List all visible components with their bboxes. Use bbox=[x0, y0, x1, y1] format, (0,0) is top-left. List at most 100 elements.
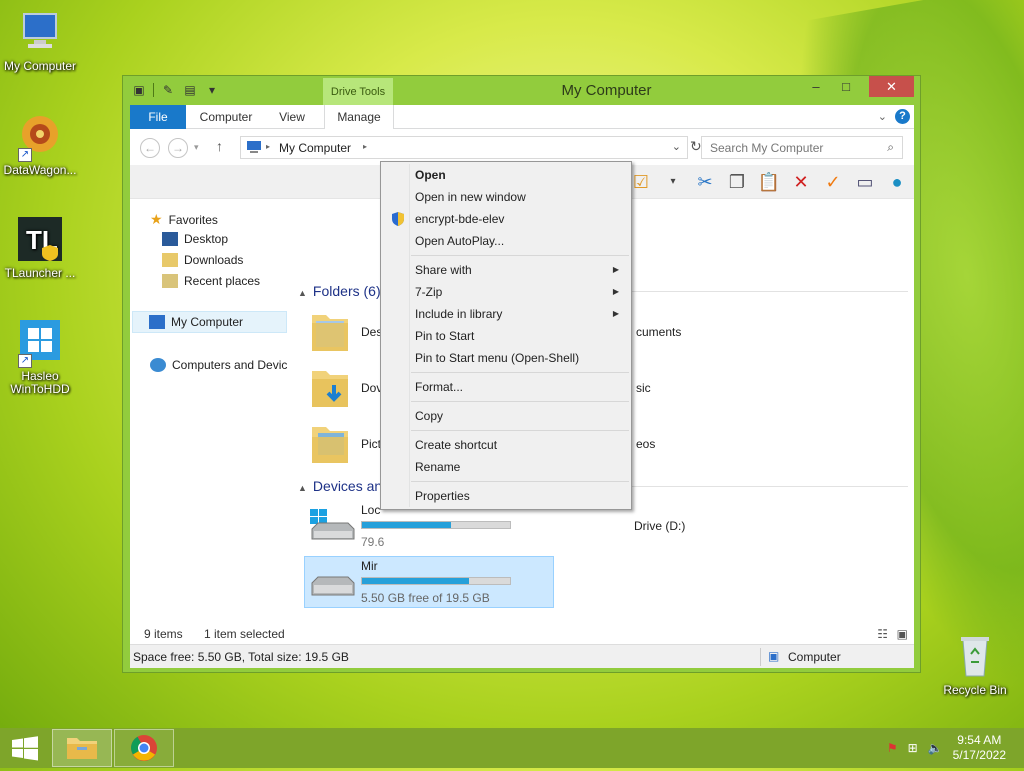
folder-label[interactable]: cuments bbox=[636, 325, 681, 339]
desktop-icon-recycle-bin[interactable]: Recycle Bin bbox=[935, 632, 1015, 697]
desktop-icon-my-computer[interactable]: My Computer bbox=[0, 8, 80, 73]
navigation-pane: ★ Favorites Desktop Downloads Recent pla… bbox=[130, 199, 290, 624]
close-button[interactable]: ✕ bbox=[869, 76, 914, 97]
tab-manage[interactable]: Manage bbox=[324, 105, 394, 129]
folder-label[interactable]: Pict bbox=[361, 437, 381, 451]
paste-icon[interactable]: 📋 bbox=[756, 169, 782, 195]
nav-item-network[interactable]: Computers and Devic bbox=[150, 358, 287, 372]
tab-view[interactable]: View bbox=[266, 105, 318, 129]
nav-item-recent-places[interactable]: Recent places bbox=[162, 274, 260, 288]
network-icon[interactable]: ⊞ bbox=[908, 741, 918, 755]
menu-item-pin-to-start-menu[interactable]: Pin to Start menu (Open-Shell) bbox=[383, 347, 629, 369]
drive-usage-fill bbox=[362, 578, 469, 584]
location-label: Computer bbox=[788, 650, 841, 664]
desktop-icon-wintohdd[interactable]: ↗ Hasleo WinToHDD bbox=[0, 318, 80, 396]
menu-item-rename[interactable]: Rename bbox=[383, 456, 629, 478]
recent-locations-icon[interactable]: ▾ bbox=[194, 142, 199, 153]
devices-group-header[interactable]: ▲ Devices an bbox=[298, 478, 382, 494]
folder-icon[interactable] bbox=[308, 307, 352, 355]
action-center-flag-icon[interactable]: ⚑ bbox=[887, 741, 898, 755]
group-title: Devices an bbox=[312, 478, 383, 494]
rename-icon[interactable]: ✓ bbox=[820, 169, 846, 195]
system-tray: ⚑ ⊞ 🔈 9:54 AM 5/17/2022 bbox=[887, 728, 1024, 768]
menu-item-create-shortcut[interactable]: Create shortcut bbox=[383, 434, 629, 456]
breadcrumb-chevron-icon[interactable]: ▸ bbox=[363, 142, 367, 151]
taskbar-chrome[interactable] bbox=[114, 729, 174, 767]
nav-item-desktop[interactable]: Desktop bbox=[162, 232, 228, 246]
uac-shield-icon bbox=[392, 212, 404, 226]
search-input[interactable]: Search My Computer ⌕ bbox=[701, 136, 903, 159]
downloads-folder-icon[interactable] bbox=[308, 363, 352, 411]
group-title: Folders (6) bbox=[312, 283, 381, 299]
search-icon: ⌕ bbox=[887, 140, 894, 154]
minimize-button[interactable]: – bbox=[802, 76, 830, 97]
menu-item-properties[interactable]: Properties bbox=[383, 485, 629, 507]
tab-computer[interactable]: Computer bbox=[192, 105, 260, 129]
windows-drive-icon[interactable] bbox=[308, 505, 356, 545]
nav-item-favorites[interactable]: ★ Favorites bbox=[150, 211, 218, 228]
chevron-down-icon[interactable]: ⌄ bbox=[672, 140, 681, 153]
forward-button[interactable]: → bbox=[168, 138, 188, 158]
menu-item-7zip[interactable]: 7-Zip ▶ bbox=[383, 281, 629, 303]
drive-usage-bar bbox=[361, 577, 511, 585]
pictures-folder-icon[interactable] bbox=[308, 419, 352, 467]
menu-item-include-in-library[interactable]: Include in library ▶ bbox=[383, 303, 629, 325]
large-icons-view-icon[interactable]: ▣ bbox=[897, 627, 908, 641]
file-explorer-icon bbox=[67, 738, 97, 759]
chevron-down-icon[interactable]: ⌄ bbox=[878, 110, 887, 123]
breadcrumb[interactable]: My Computer bbox=[279, 141, 351, 155]
copy-icon[interactable]: ❐ bbox=[724, 169, 750, 195]
wintohdd-icon: ↗ bbox=[16, 318, 64, 368]
back-button[interactable]: ← bbox=[140, 138, 160, 158]
taskbar-file-explorer[interactable] bbox=[52, 729, 112, 767]
chevron-down-icon[interactable]: ▾ bbox=[660, 169, 686, 195]
tab-file[interactable]: File bbox=[130, 105, 186, 129]
drive-free-text: 5.50 GB free of 19.5 GB bbox=[361, 591, 490, 605]
refresh-icon[interactable]: ↻ bbox=[690, 138, 702, 155]
menu-item-open-new-window[interactable]: Open in new window bbox=[383, 186, 629, 208]
menu-item-pin-to-start[interactable]: Pin to Start bbox=[383, 325, 629, 347]
nav-label: Computers and Devic bbox=[172, 358, 288, 372]
submenu-arrow-icon: ▶ bbox=[612, 287, 619, 296]
maximize-button[interactable]: □ bbox=[832, 76, 860, 97]
menu-item-encrypt-bde-elev[interactable]: encrypt-bde-elev bbox=[383, 208, 629, 230]
folder-label[interactable]: eos bbox=[636, 437, 655, 451]
drive-label[interactable]: Mir bbox=[361, 559, 378, 573]
properties-icon[interactable]: ▭ bbox=[852, 169, 878, 195]
menu-item-label: encrypt-bde-elev bbox=[415, 212, 505, 226]
menu-item-open[interactable]: Open bbox=[383, 164, 629, 186]
downloads-folder-icon bbox=[162, 253, 178, 267]
drive-label[interactable]: Loc bbox=[361, 503, 380, 517]
volume-muted-icon[interactable]: 🔈 bbox=[928, 741, 943, 755]
cut-icon[interactable]: ✂ bbox=[692, 169, 718, 195]
folders-group-header[interactable]: ▲ Folders (6) bbox=[298, 283, 381, 299]
drive-icon[interactable] bbox=[308, 569, 356, 609]
nav-label: Recent places bbox=[184, 274, 261, 288]
desktop-icon-datawagon[interactable]: ↗ DataWagon... bbox=[0, 112, 80, 177]
menu-item-format[interactable]: Format... bbox=[383, 376, 629, 398]
computer-small-icon bbox=[149, 315, 165, 329]
help-icon[interactable]: ? bbox=[895, 109, 910, 124]
address-bar[interactable]: ▸ My Computer ▸ ⌄ bbox=[240, 136, 688, 159]
menu-item-share-with[interactable]: Share with ▶ bbox=[383, 259, 629, 281]
nav-item-my-computer[interactable]: My Computer bbox=[132, 311, 287, 333]
folder-label[interactable]: sic bbox=[636, 381, 651, 395]
desktop-icon-tlauncher[interactable]: TL TLauncher ... bbox=[0, 215, 80, 280]
space-info: Space free: 5.50 GB, Total size: 19.5 GB bbox=[133, 650, 349, 664]
details-bar: Space free: 5.50 GB, Total size: 19.5 GB… bbox=[130, 644, 914, 668]
shortcut-arrow-icon: ↗ bbox=[18, 148, 32, 162]
globe-icon[interactable]: ● bbox=[884, 169, 910, 195]
start-button[interactable] bbox=[0, 728, 50, 768]
up-arrow-icon[interactable]: ↑ bbox=[216, 138, 223, 154]
collapse-caret-icon: ▲ bbox=[298, 288, 307, 298]
clock[interactable]: 9:54 AM 5/17/2022 bbox=[953, 733, 1006, 763]
title-bar[interactable]: ▣ ✎ ▤ ▾ Drive Tools My Computer – □ ✕ bbox=[123, 76, 920, 106]
search-placeholder: Search My Computer bbox=[710, 141, 824, 155]
menu-item-open-autoplay[interactable]: Open AutoPlay... bbox=[383, 230, 629, 252]
drive-label[interactable]: Drive (D:) bbox=[634, 519, 685, 533]
details-view-icon[interactable]: ☷ bbox=[877, 627, 888, 641]
desktop-icon-label: Hasleo WinToHDD bbox=[10, 369, 70, 396]
nav-item-downloads[interactable]: Downloads bbox=[162, 253, 243, 267]
menu-item-copy[interactable]: Copy bbox=[383, 405, 629, 427]
delete-icon[interactable]: ✕ bbox=[788, 169, 814, 195]
